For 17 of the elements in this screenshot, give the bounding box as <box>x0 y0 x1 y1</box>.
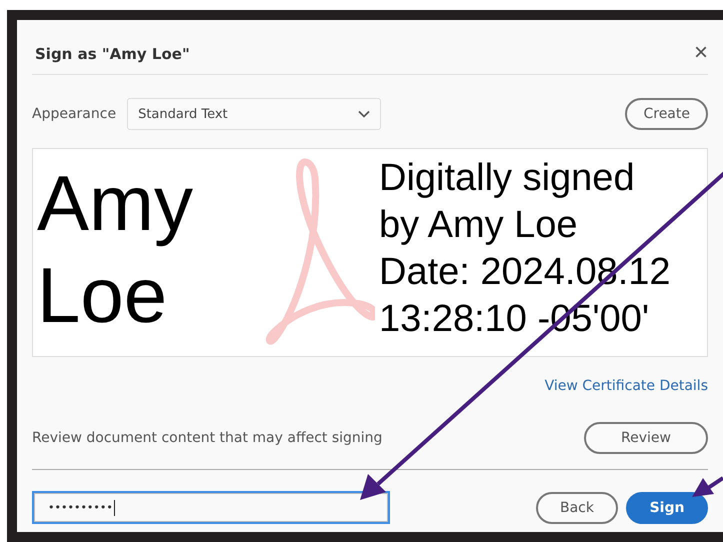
review-text: Review document content that may affect signing <box>32 430 382 446</box>
password-field[interactable]: •••••••••• <box>32 491 390 524</box>
signature-detail: Digitally signed <box>379 156 636 201</box>
review-button[interactable]: Review <box>584 422 708 454</box>
signature-detail: by Amy Loe <box>379 203 579 248</box>
create-button[interactable]: Create <box>625 98 708 130</box>
close-button[interactable]: × <box>694 29 708 65</box>
signer-name: Amy <box>37 158 194 249</box>
dialog-title: Sign as "Amy Loe" <box>35 44 190 63</box>
appearance-dropdown[interactable]: Standard Text <box>127 98 382 130</box>
view-certificate-link[interactable]: View Certificate Details <box>544 378 708 394</box>
acrobat-logo-icon <box>265 157 375 347</box>
signer-name: Loe <box>37 250 168 341</box>
back-button[interactable]: Back <box>536 492 618 524</box>
appearance-label: Appearance <box>32 106 116 122</box>
sign-button[interactable]: Sign <box>626 492 708 524</box>
chevron-down-icon <box>358 110 370 118</box>
